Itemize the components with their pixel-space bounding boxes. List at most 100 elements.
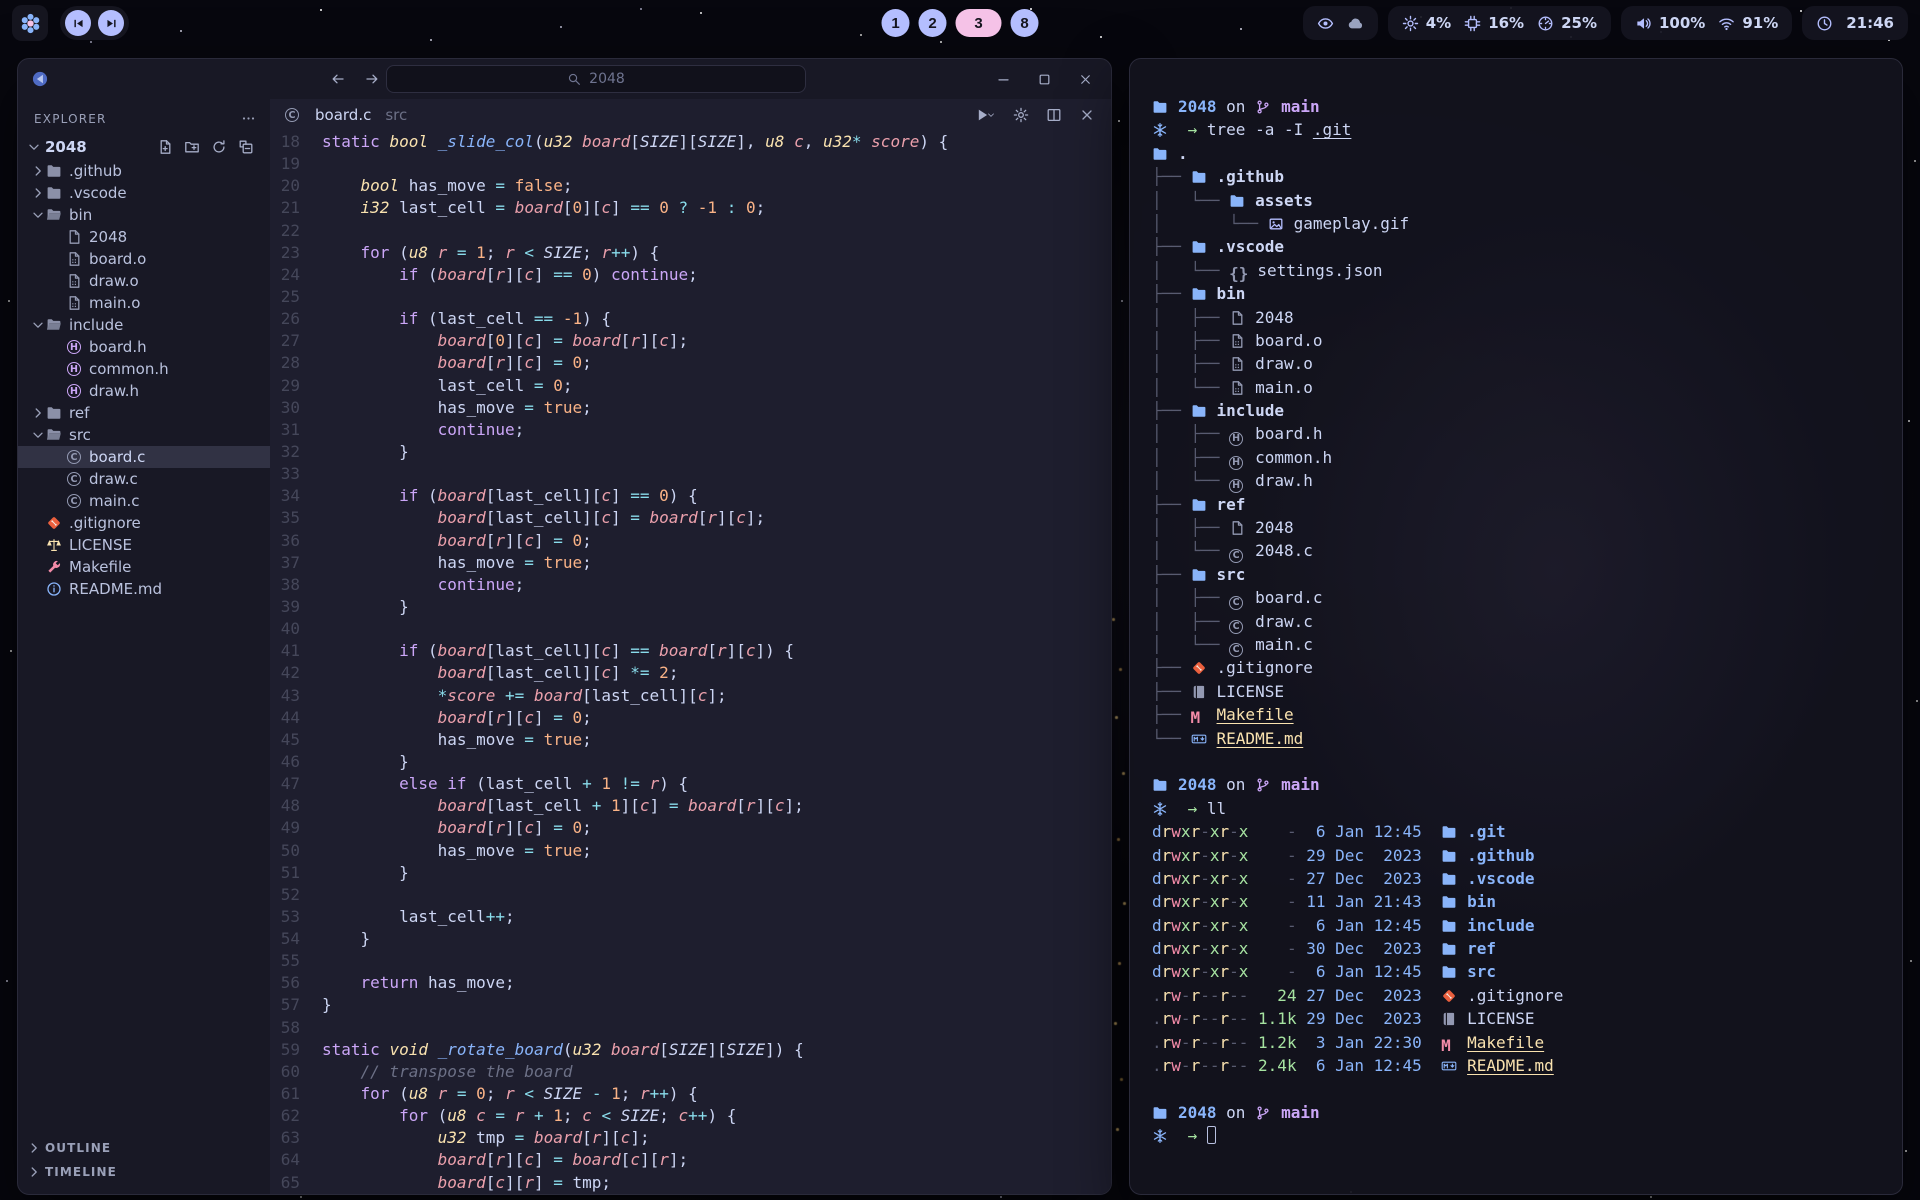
explorer-item-draw.c[interactable]: Cdraw.c	[18, 468, 270, 490]
code-line-40[interactable]: 40	[270, 618, 1111, 640]
back-button[interactable]	[330, 71, 346, 87]
explorer-item-main.c[interactable]: Cmain.c	[18, 490, 270, 512]
code-line-65[interactable]: 65 board[c][r] = tmp;	[270, 1172, 1111, 1194]
code-line-46[interactable]: 46 }	[270, 751, 1111, 773]
code-line-41[interactable]: 41 if (board[last_cell][c] == board[r][c…	[270, 640, 1111, 662]
timeline-section[interactable]: TIMELINE	[18, 1160, 270, 1184]
code-line-34[interactable]: 34 if (board[last_cell][c] == 0) {	[270, 485, 1111, 507]
code-line-63[interactable]: 63 u32 tmp = board[r][c];	[270, 1127, 1111, 1149]
code-line-24[interactable]: 24 if (board[r][c] == 0) continue;	[270, 264, 1111, 286]
run-button[interactable]	[974, 107, 996, 123]
code-line-18[interactable]: 18static bool _slide_col(u32 board[SIZE]…	[270, 131, 1111, 153]
explorer-item-bin[interactable]: bin	[18, 204, 270, 226]
folder-icon	[1441, 941, 1458, 958]
code-line-35[interactable]: 35 board[last_cell][c] = board[r][c];	[270, 507, 1111, 529]
explorer-item-draw.h[interactable]: Hdraw.h	[18, 380, 270, 402]
code-line-19[interactable]: 19	[270, 153, 1111, 175]
code-line-57[interactable]: 57}	[270, 994, 1111, 1016]
workspace-1[interactable]: 1	[882, 9, 910, 37]
code-line-28[interactable]: 28 board[r][c] = 0;	[270, 352, 1111, 374]
explorer-item-.gitignore[interactable]: .gitignore	[18, 512, 270, 534]
code-line-52[interactable]: 52	[270, 884, 1111, 906]
explorer-item-LICENSE[interactable]: LICENSE	[18, 534, 270, 556]
new-file-button[interactable]	[157, 139, 173, 155]
code-line-44[interactable]: 44 board[r][c] = 0;	[270, 707, 1111, 729]
code-line-64[interactable]: 64 board[r][c] = board[c][r];	[270, 1149, 1111, 1171]
explorer-item-src[interactable]: src	[18, 424, 270, 446]
code-line-55[interactable]: 55	[270, 950, 1111, 972]
editor-tab[interactable]: C board.c src	[270, 99, 1111, 131]
split-editor-button[interactable]	[1046, 107, 1062, 123]
code-line-30[interactable]: 30 has_move = true;	[270, 397, 1111, 419]
media-next-button[interactable]	[98, 10, 124, 36]
code-line-56[interactable]: 56 return has_move;	[270, 972, 1111, 994]
code-line-20[interactable]: 20 bool has_move = false;	[270, 175, 1111, 197]
explorer-item-.github[interactable]: .github	[18, 160, 270, 182]
media-prev-button[interactable]	[65, 10, 91, 36]
code-line-54[interactable]: 54 }	[270, 928, 1111, 950]
explorer-item-README.md[interactable]: README.md	[18, 578, 270, 600]
minimize-button[interactable]	[996, 72, 1011, 87]
chevron-spacer	[50, 383, 66, 399]
code-line-29[interactable]: 29 last_cell = 0;	[270, 375, 1111, 397]
code-line-31[interactable]: 31 continue;	[270, 419, 1111, 441]
explorer-root-folder[interactable]: 2048	[18, 134, 270, 160]
code-line-48[interactable]: 48 board[last_cell + 1][c] = board[r][c]…	[270, 795, 1111, 817]
explorer-item-.vscode[interactable]: .vscode	[18, 182, 270, 204]
command-search[interactable]: 2048	[386, 65, 806, 93]
code-line-22[interactable]: 22	[270, 220, 1111, 242]
code-line-59[interactable]: 59static void _rotate_board(u32 board[SI…	[270, 1039, 1111, 1061]
code-line-62[interactable]: 62 for (u8 c = r + 1; c < SIZE; c++) {	[270, 1105, 1111, 1127]
explorer-item-board.h[interactable]: Hboard.h	[18, 336, 270, 358]
code-line-47[interactable]: 47 else if (last_cell + 1 != r) {	[270, 773, 1111, 795]
code-line-51[interactable]: 51 }	[270, 862, 1111, 884]
launcher-button[interactable]	[12, 5, 48, 41]
explorer-item-2048[interactable]: 2048	[18, 226, 270, 248]
new-folder-button[interactable]	[184, 139, 200, 155]
outline-section[interactable]: OUTLINE	[18, 1136, 270, 1160]
code-line-61[interactable]: 61 for (u8 r = 0; r < SIZE - 1; r++) {	[270, 1083, 1111, 1105]
explorer-item-board.o[interactable]: board.o	[18, 248, 270, 270]
workspace-3[interactable]: 3	[956, 9, 1002, 37]
forward-button[interactable]	[364, 71, 380, 87]
workspace-8[interactable]: 8	[1011, 9, 1039, 37]
code-line-27[interactable]: 27 board[0][c] = board[r][c];	[270, 330, 1111, 352]
terminal-body[interactable]: 2048 on main → tree -a -I .git.├── .gith…	[1152, 95, 1880, 1148]
close-button[interactable]	[1078, 72, 1093, 87]
explorer-item-include[interactable]: include	[18, 314, 270, 336]
close-tab-button[interactable]	[1079, 107, 1095, 123]
code-line-36[interactable]: 36 board[r][c] = 0;	[270, 530, 1111, 552]
code-editor[interactable]: 18static bool _slide_col(u32 board[SIZE]…	[270, 131, 1111, 1194]
code-line-21[interactable]: 21 i32 last_cell = board[0][c] == 0 ? -1…	[270, 197, 1111, 219]
code-line-39[interactable]: 39 }	[270, 596, 1111, 618]
code-line-43[interactable]: 43 *score += board[last_cell][c];	[270, 685, 1111, 707]
code-line-26[interactable]: 26 if (last_cell == -1) {	[270, 308, 1111, 330]
collapse-all-button[interactable]	[238, 139, 254, 155]
code-line-38[interactable]: 38 continue;	[270, 574, 1111, 596]
code-line-42[interactable]: 42 board[last_cell][c] *= 2;	[270, 662, 1111, 684]
code-line-50[interactable]: 50 has_move = true;	[270, 840, 1111, 862]
code-line-58[interactable]: 58	[270, 1017, 1111, 1039]
explorer-item-draw.o[interactable]: draw.o	[18, 270, 270, 292]
code-line-60[interactable]: 60 // transpose the board	[270, 1061, 1111, 1083]
explorer-more-icon[interactable]	[241, 111, 256, 126]
explorer-item-main.o[interactable]: main.o	[18, 292, 270, 314]
code-line-33[interactable]: 33	[270, 463, 1111, 485]
code-line-25[interactable]: 25	[270, 286, 1111, 308]
settings-button[interactable]	[1013, 107, 1029, 123]
code-line-53[interactable]: 53 last_cell++;	[270, 906, 1111, 928]
explorer-item-board.c[interactable]: Cboard.c	[18, 446, 270, 468]
explorer-item-Makefile[interactable]: Makefile	[18, 556, 270, 578]
refresh-button[interactable]	[211, 139, 227, 155]
code-line-49[interactable]: 49 board[r][c] = 0;	[270, 817, 1111, 839]
code-line-37[interactable]: 37 has_move = true;	[270, 552, 1111, 574]
code-line-32[interactable]: 32 }	[270, 441, 1111, 463]
code-line-45[interactable]: 45 has_move = true;	[270, 729, 1111, 751]
code-line-23[interactable]: 23 for (u8 r = 1; r < SIZE; r++) {	[270, 242, 1111, 264]
vscode-titlebar[interactable]: 2048	[18, 59, 1111, 99]
explorer-item-ref[interactable]: ref	[18, 402, 270, 424]
explorer-item-common.h[interactable]: Hcommon.h	[18, 358, 270, 380]
workspace-2[interactable]: 2	[919, 9, 947, 37]
terminal-window[interactable]: 2048 on main → tree -a -I .git.├── .gith…	[1129, 58, 1903, 1195]
maximize-button[interactable]	[1037, 72, 1052, 87]
